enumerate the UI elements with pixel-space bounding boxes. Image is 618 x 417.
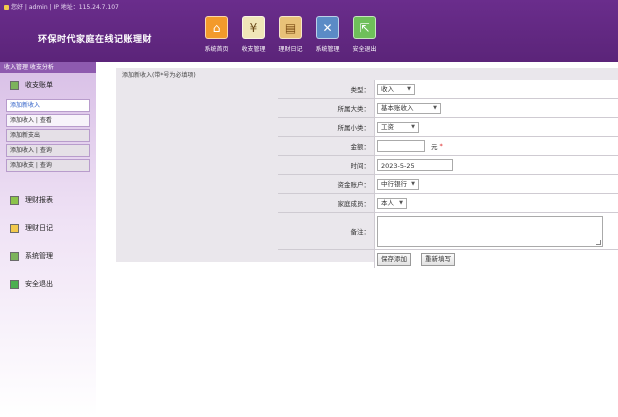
- category-label: 所属大类：: [337, 105, 371, 113]
- account-select-value: 中行银行: [381, 179, 407, 188]
- sidebar-group-bills[interactable]: 收支账单: [0, 77, 96, 93]
- nav-logout[interactable]: ⇱ 安全退出: [346, 16, 383, 53]
- nav-income-expense-label: 收支管理: [241, 46, 266, 53]
- chevron-down-icon: ▼: [433, 104, 437, 111]
- sidebar-group-diary[interactable]: 理财日记: [0, 214, 96, 242]
- sidebar-group-reports[interactable]: 理财报表: [0, 186, 96, 214]
- form-row-subcategory: 所属小类： 工资 ▼: [278, 118, 618, 137]
- type-select[interactable]: 收入 ▼: [377, 83, 415, 95]
- report-icon: [10, 195, 19, 205]
- sidebar-group-label: 安全退出: [25, 280, 53, 288]
- account-select[interactable]: 中行银行 ▼: [377, 178, 419, 190]
- house-icon: ⌂: [205, 16, 228, 39]
- form-row-member: 家庭成员： 本人 ▼: [278, 194, 618, 213]
- sidebar-group-label: 理财报表: [25, 196, 53, 204]
- yen-icon: ¥: [242, 16, 265, 39]
- amount-input[interactable]: [377, 140, 425, 152]
- form-row-type: 类型： 收入 ▼: [278, 80, 618, 99]
- memo-textarea[interactable]: [377, 215, 603, 247]
- type-label: 类型：: [350, 86, 371, 94]
- book-icon: ▤: [279, 16, 302, 39]
- user-info-bar: 您好 | admin | IP 地址：115.24.7.107: [4, 2, 119, 11]
- user-icon: [4, 5, 9, 10]
- diary-icon: [10, 223, 19, 233]
- save-button[interactable]: 保存添加: [377, 252, 411, 266]
- category-select[interactable]: 基本账收入 ▼: [377, 102, 441, 114]
- amount-label: 金额：: [350, 143, 371, 151]
- subcategory-label: 所属小类：: [337, 124, 371, 132]
- nav-system[interactable]: ✕ 系统管理: [309, 16, 346, 53]
- user-info-text: 您好 | admin | IP 地址：115.24.7.107: [11, 4, 119, 11]
- nav-home[interactable]: ⌂ 系统首页: [198, 16, 235, 53]
- form-row-category: 所属大类： 基本账收入 ▼: [278, 99, 618, 118]
- type-select-value: 收入: [381, 84, 394, 93]
- reset-button[interactable]: 重新填写: [421, 252, 455, 266]
- sidebar-group-system[interactable]: 系统管理: [0, 242, 96, 270]
- account-label: 资金账户：: [337, 181, 371, 189]
- chevron-down-icon: ▼: [399, 199, 403, 206]
- settings-icon: [10, 251, 19, 261]
- nav-income-expense[interactable]: ¥ 收支管理: [235, 16, 272, 53]
- sidebar-lower-groups: 理财报表 理财日记 系统管理 安全退出: [0, 186, 96, 298]
- sidebar-subitems: 添加新收入 添加收入 | 查看 添加新支出 添加收入 | 查询 添加收支 | 查…: [0, 99, 96, 172]
- member-select-value: 本人: [381, 198, 394, 207]
- sidebar-header: 收入管理 收支分析: [0, 62, 96, 73]
- category-select-value: 基本账收入: [381, 103, 414, 112]
- subcategory-select-value: 工资: [381, 122, 394, 131]
- sidebar-item-query-all[interactable]: 添加收支 | 查询: [6, 159, 90, 172]
- resize-grip-icon[interactable]: [596, 239, 601, 245]
- sidebar-group-label: 理财日记: [25, 224, 53, 232]
- required-marker: *: [439, 142, 443, 150]
- date-input[interactable]: 2023-5-25: [377, 159, 453, 171]
- chevron-down-icon: ▼: [411, 123, 415, 130]
- amount-unit: 元: [431, 143, 438, 151]
- date-label: 时间：: [350, 162, 371, 170]
- sidebar-item-add-expense[interactable]: 添加新支出: [6, 129, 90, 142]
- memo-label: 备注：: [350, 228, 371, 236]
- logout-icon: [10, 279, 19, 289]
- member-select[interactable]: 本人 ▼: [377, 197, 407, 209]
- sidebar-item-add-income[interactable]: 添加新收入: [6, 99, 90, 112]
- sidebar-group-label: 系统管理: [25, 252, 53, 260]
- form-row-date: 时间： 2023-5-25: [278, 156, 618, 175]
- nav-diary-label: 理财日记: [278, 46, 303, 53]
- subcategory-select[interactable]: 工资 ▼: [377, 121, 419, 133]
- sidebar-group-label: 收支账单: [25, 81, 53, 89]
- nav-home-label: 系统首页: [204, 46, 229, 53]
- tools-icon: ✕: [316, 16, 339, 39]
- nav-diary[interactable]: ▤ 理财日记: [272, 16, 309, 53]
- page-title: 添加新收入(带*号为必填项): [122, 72, 196, 79]
- main-nav: ⌂ 系统首页 ¥ 收支管理 ▤ 理财日记 ✕ 系统管理 ⇱ 安全退出: [198, 16, 383, 53]
- nav-system-label: 系统管理: [315, 46, 340, 53]
- app-header: 您好 | admin | IP 地址：115.24.7.107 环保时代家庭在线…: [0, 0, 618, 62]
- sidebar-group-logout[interactable]: 安全退出: [0, 270, 96, 298]
- form-row-account: 资金账户： 中行银行 ▼: [278, 175, 618, 194]
- chevron-down-icon: ▼: [411, 180, 415, 187]
- chevron-down-icon: ▼: [407, 85, 411, 92]
- form-row-buttons: 保存添加 重新填写: [278, 250, 618, 268]
- app-title: 环保时代家庭在线记账理财: [38, 35, 153, 45]
- add-income-form: 类型： 收入 ▼ 所属大类： 基本账收入 ▼ 所属小类： 工资 ▼ 金额： 元 …: [278, 80, 618, 268]
- form-row-amount: 金额： 元 *: [278, 137, 618, 156]
- sidebar-item-view-income[interactable]: 添加收入 | 查看: [6, 114, 90, 127]
- ledger-icon: [10, 80, 19, 90]
- exit-icon: ⇱: [353, 16, 376, 39]
- nav-logout-label: 安全退出: [352, 46, 377, 53]
- main-content: 添加新收入(带*号为必填项) 类型： 收入 ▼ 所属大类： 基本账收入 ▼ 所属小类…: [116, 68, 618, 268]
- member-label: 家庭成员：: [337, 200, 371, 208]
- sidebar-item-query-income[interactable]: 添加收入 | 查询: [6, 144, 90, 157]
- sidebar: 收入管理 收支分析 收支账单 添加新收入 添加收入 | 查看 添加新支出 添加收…: [0, 62, 96, 417]
- form-row-memo: 备注：: [278, 213, 618, 250]
